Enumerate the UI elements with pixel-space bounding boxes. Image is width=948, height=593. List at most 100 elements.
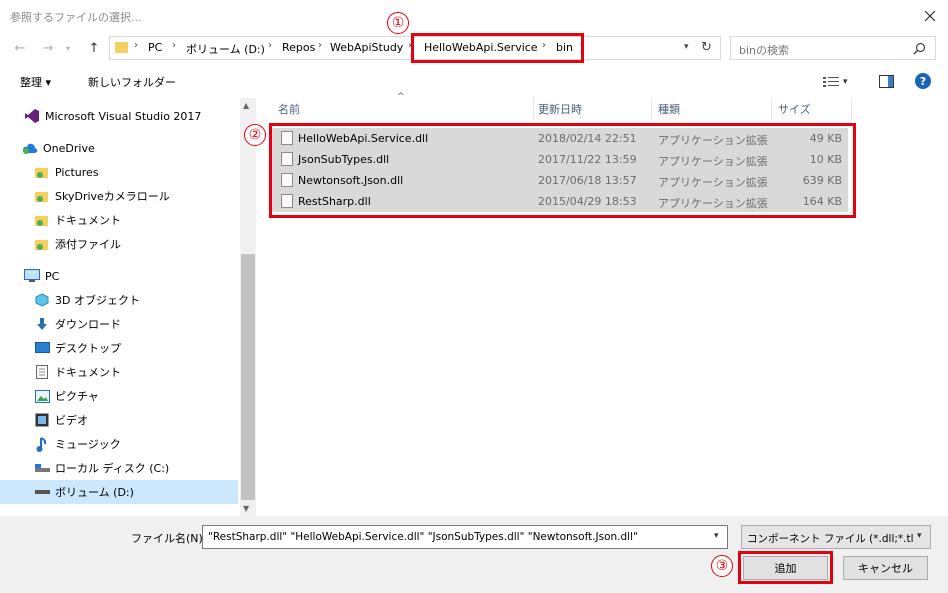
annotation-marker-2: ②: [244, 124, 266, 146]
sidebar-item-3d-objects[interactable]: 3D オブジェクト: [0, 288, 238, 312]
address-dropdown-icon[interactable]: ▾: [684, 42, 689, 52]
sidebar-item-label: ドキュメント: [55, 214, 121, 227]
file-type-filter[interactable]: コンポーネント ファイル (*.dll;*.tlb;*. ▾: [741, 525, 931, 549]
filename-label: ファイル名(N):: [131, 532, 207, 545]
breadcrumb-repos[interactable]: Repos: [282, 41, 315, 54]
download-icon: [34, 316, 50, 332]
chevron-down-icon: ▾: [917, 531, 922, 541]
visual-studio-icon: [24, 108, 40, 124]
chevron-right-icon: ›: [134, 40, 138, 51]
sidebar-item-pictures-pc[interactable]: ピクチャ: [0, 384, 238, 408]
annotation-marker-3: ③: [711, 555, 733, 577]
sidebar-item-local-disk-c[interactable]: ローカル ディスク (C:): [0, 456, 238, 480]
cloud-icon: [22, 140, 38, 156]
sidebar-item-label: デスクトップ: [55, 342, 121, 355]
column-header-label: 名前: [278, 103, 300, 116]
back-button[interactable]: ←: [10, 37, 30, 59]
chevron-down-icon: ▾: [843, 77, 848, 87]
search-icon: [913, 42, 926, 55]
scroll-down-icon[interactable]: ▼: [243, 504, 249, 513]
sidebar-item-label: ドキュメント: [55, 366, 121, 379]
recent-dropdown-button[interactable]: ▾: [58, 37, 78, 59]
annotation-box-3: [738, 551, 833, 584]
sidebar-item-label: 添付ファイル: [55, 238, 121, 251]
sidebar-item-label: OneDrive: [43, 141, 95, 155]
sidebar-item-attachments[interactable]: 添付ファイル: [0, 232, 238, 256]
annotation-marker-1: ①: [387, 12, 409, 34]
sidebar-item-label: ボリューム (D:): [55, 486, 134, 499]
drive-icon: [34, 460, 50, 476]
chevron-down-icon: ▾: [65, 43, 70, 53]
new-folder-button[interactable]: 新しいフォルダー: [88, 74, 176, 90]
sidebar-item-label: Pictures: [55, 165, 99, 179]
window-title: 参照するファイルの選択...: [10, 11, 142, 24]
search-placeholder: binの検索: [739, 44, 790, 57]
sidebar-item-label: Microsoft Visual Studio 2017: [45, 109, 202, 123]
arrow-up-icon: ↑: [88, 40, 100, 56]
chevron-right-icon: ›: [172, 40, 176, 51]
filename-value: "RestSharp.dll" "HelloWebApi.Service.dll…: [208, 531, 638, 543]
folder-icon: [34, 188, 50, 204]
drive-icon: [34, 484, 50, 500]
sidebar-item-skydrive-camera-roll[interactable]: SkyDriveカメラロール: [0, 184, 238, 208]
column-header-label: サイズ: [778, 103, 811, 116]
scroll-up-icon[interactable]: ▲: [243, 101, 249, 110]
sidebar-item-videos[interactable]: ビデオ: [0, 408, 238, 432]
sidebar-item-pictures[interactable]: Pictures: [0, 160, 238, 184]
title-bar: 参照するファイルの選択...: [0, 0, 948, 32]
column-header-name[interactable]: 名前: [272, 98, 534, 120]
breadcrumb-webapistudy[interactable]: WebApiStudy: [330, 41, 403, 54]
search-box[interactable]: binの検索: [730, 36, 936, 60]
chevron-down-icon[interactable]: ▾: [714, 531, 719, 541]
sidebar-item-downloads[interactable]: ダウンロード: [0, 312, 238, 336]
sidebar-item-onedrive[interactable]: OneDrive: [0, 136, 238, 160]
sidebar-item-label: ミュージック: [55, 438, 121, 451]
column-header-date[interactable]: 更新日時: [532, 98, 652, 120]
view-options-button[interactable]: ▾: [823, 74, 857, 90]
file-type-filter-value: コンポーネント ファイル (*.dll;*.tlb;*.: [747, 533, 913, 545]
command-bar: 整理 ▾ 新しいフォルダー ▾ ?: [0, 66, 948, 96]
annotation-box-1: [411, 33, 584, 63]
sidebar-item-label: PC: [45, 269, 60, 283]
refresh-icon[interactable]: ↻: [701, 40, 712, 55]
sidebar-item-label: 3D オブジェクト: [55, 294, 140, 307]
breadcrumb-pc[interactable]: PC: [148, 41, 162, 54]
up-button[interactable]: ↑: [84, 37, 104, 59]
close-button[interactable]: [916, 4, 944, 28]
sidebar-item-desktop[interactable]: デスクトップ: [0, 336, 238, 360]
music-icon: [34, 436, 50, 452]
sidebar-item-label: ビデオ: [55, 414, 88, 427]
details-view-icon: [823, 77, 839, 87]
sidebar-item-visual-studio[interactable]: Microsoft Visual Studio 2017: [0, 104, 238, 128]
cancel-button[interactable]: キャンセル: [843, 556, 928, 580]
preview-pane-icon[interactable]: [879, 75, 894, 88]
column-header-label: 更新日時: [538, 103, 582, 116]
column-header-size[interactable]: サイズ: [772, 98, 852, 120]
desktop-icon: [34, 340, 50, 356]
cancel-button-label: キャンセル: [858, 562, 913, 575]
sidebar-item-label: SkyDriveカメラロール: [55, 190, 170, 203]
chevron-right-icon: ›: [268, 40, 272, 51]
folder-icon: [34, 164, 50, 180]
sidebar-item-onedrive-documents[interactable]: ドキュメント: [0, 208, 238, 232]
sidebar-item-label: ローカル ディスク (C:): [55, 462, 170, 475]
navigation-pane: Microsoft Visual Studio 2017 OneDrive Pi…: [0, 98, 256, 516]
document-icon: [34, 364, 50, 380]
sidebar-item-label: ピクチャ: [55, 390, 99, 403]
arrow-left-icon: ←: [14, 40, 26, 56]
help-icon[interactable]: ?: [915, 73, 931, 89]
close-icon: [924, 10, 936, 22]
picture-icon: [34, 388, 50, 404]
sidebar-item-pc[interactable]: PC: [0, 264, 238, 288]
column-header-type[interactable]: 種類: [652, 98, 772, 120]
sidebar-item-label: ダウンロード: [55, 318, 121, 331]
organize-menu[interactable]: 整理 ▾: [20, 74, 51, 90]
sidebar-scrollbar-thumb[interactable]: [241, 254, 255, 500]
sidebar-item-volume-d[interactable]: ボリューム (D:): [0, 480, 238, 504]
video-icon: [34, 412, 50, 428]
forward-button[interactable]: →: [38, 37, 58, 59]
sidebar-item-music[interactable]: ミュージック: [0, 432, 238, 456]
breadcrumb-volume-d[interactable]: ボリューム (D:): [186, 41, 265, 57]
sidebar-item-documents[interactable]: ドキュメント: [0, 360, 238, 384]
filename-input[interactable]: "RestSharp.dll" "HelloWebApi.Service.dll…: [202, 525, 728, 549]
